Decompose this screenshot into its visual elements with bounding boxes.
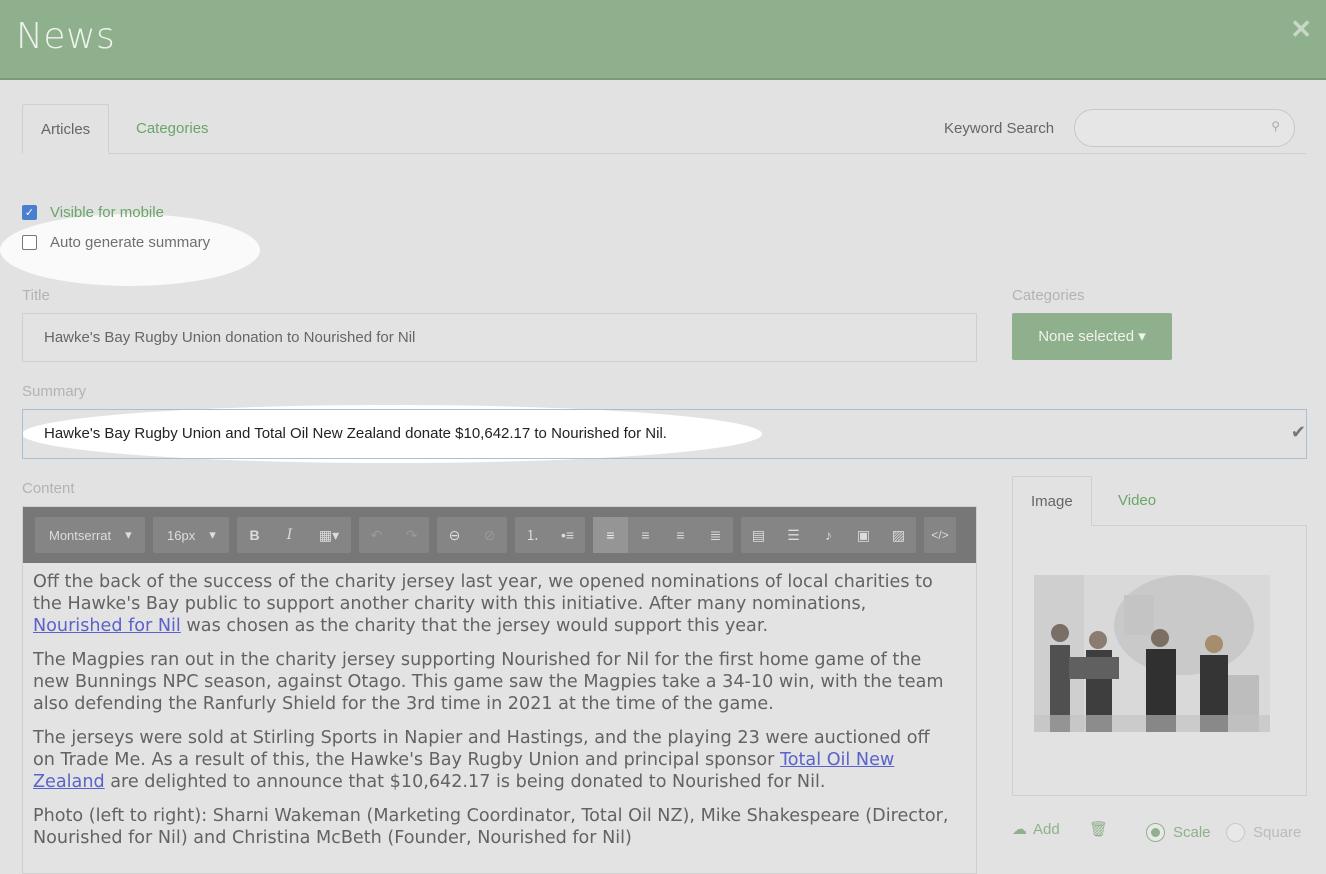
- align-left-icon[interactable]: ≡: [593, 517, 628, 553]
- align-justify-icon[interactable]: ≣: [698, 517, 733, 553]
- undo-icon[interactable]: ↶: [359, 517, 394, 553]
- close-icon[interactable]: ✕: [1290, 14, 1312, 45]
- ordered-list-icon[interactable]: ⒈: [515, 517, 550, 553]
- nourished-link[interactable]: Nourished for Nil: [33, 616, 181, 636]
- table-icon[interactable]: ▤: [741, 517, 776, 553]
- media-tabs: Image Video: [1012, 476, 1307, 526]
- summary-label: Summary: [22, 383, 87, 400]
- trash-icon: 🗑: [1089, 821, 1109, 838]
- bold-button[interactable]: B: [237, 517, 272, 553]
- font-size-value: 16px: [167, 527, 196, 543]
- redo-icon[interactable]: ↷: [394, 517, 429, 553]
- code-view-icon[interactable]: </>: [924, 517, 956, 553]
- auto-summary-option[interactable]: Auto generate summary: [22, 234, 210, 251]
- title-input[interactable]: Hawke's Bay Rugby Union donation to Nour…: [22, 313, 977, 362]
- delete-media-button[interactable]: 🗑: [1089, 820, 1108, 838]
- square-label: Square: [1253, 824, 1302, 841]
- checkmark-icon: ✔: [1290, 422, 1306, 442]
- summary-value: Hawke's Bay Rugby Union and Total Oil Ne…: [44, 425, 667, 442]
- add-media-button[interactable]: ☁ Add: [1012, 820, 1060, 839]
- tab-categories[interactable]: Categories: [118, 104, 227, 154]
- title-label: Title: [22, 287, 50, 304]
- link-icon[interactable]: ⊖: [437, 517, 472, 553]
- search-icon: ⚲: [1271, 119, 1280, 133]
- align-right-icon[interactable]: ≡: [663, 517, 698, 553]
- tab-articles[interactable]: Articles: [22, 104, 110, 154]
- unordered-list-icon[interactable]: •≡: [550, 517, 585, 553]
- content-editor[interactable]: Montserrat ▾ 16px ▾ B I ▦▾ ↶ ↷ ⊖ ⊘ ⒈ •≡ …: [22, 506, 977, 874]
- align-center-icon[interactable]: ≡: [628, 517, 663, 553]
- content-body: Off the back of the success of the chari…: [33, 571, 956, 861]
- upload-icon: ☁: [1012, 821, 1027, 838]
- categories-label: Categories: [1012, 287, 1085, 304]
- history-group: ↶ ↷: [359, 517, 429, 553]
- auto-summary-checkbox[interactable]: [22, 235, 37, 250]
- tab-image[interactable]: Image: [1012, 476, 1092, 526]
- image-icon[interactable]: ▨: [881, 517, 916, 553]
- tab-video[interactable]: Video: [1100, 476, 1174, 526]
- scale-option[interactable]: Scale: [1146, 823, 1211, 842]
- main-tabs: Articles Categories Keyword Search ⚲: [22, 104, 1306, 154]
- italic-button[interactable]: I: [272, 517, 307, 553]
- auto-summary-label: Auto generate summary: [50, 234, 211, 251]
- insert-group: ▤ ☰ ♪ ▣ ▨: [741, 517, 916, 553]
- keyword-search-input[interactable]: ⚲: [1074, 109, 1295, 147]
- chevron-down-icon: ▾: [209, 527, 216, 542]
- media-panel: [1012, 525, 1307, 796]
- code-group: </>: [924, 517, 956, 553]
- scale-label: Scale: [1173, 824, 1211, 841]
- content-label: Content: [22, 480, 75, 497]
- content-paragraph: Off the back of the success of the chari…: [33, 572, 933, 636]
- chevron-down-icon: ▾: [125, 527, 132, 542]
- align-group: ≡ ≡ ≡ ≣: [593, 517, 733, 553]
- unlink-icon[interactable]: ⊘: [472, 517, 507, 553]
- content-paragraph: Photo (left to right): Sharni Wakeman (M…: [33, 806, 949, 848]
- add-label: Add: [1033, 820, 1060, 838]
- document-icon[interactable]: ▣: [846, 517, 881, 553]
- visible-mobile-label: Visible for mobile: [50, 204, 164, 221]
- scale-radio[interactable]: [1146, 823, 1165, 842]
- categories-dropdown-button[interactable]: None selected ▾: [1012, 313, 1172, 360]
- font-size-dropdown[interactable]: 16px ▾: [153, 517, 229, 553]
- square-radio[interactable]: [1226, 823, 1245, 842]
- editor-toolbar: Montserrat ▾ 16px ▾ B I ▦▾ ↶ ↷ ⊖ ⊘ ⒈ •≡ …: [23, 507, 976, 563]
- link-group: ⊖ ⊘: [437, 517, 507, 553]
- list-group: ⒈ •≡: [515, 517, 585, 553]
- content-paragraph: The jerseys were sold at Stirling Sports…: [33, 728, 930, 792]
- color-picker-icon[interactable]: ▦▾: [307, 517, 351, 553]
- visible-mobile-option[interactable]: ✓ Visible for mobile: [22, 204, 164, 221]
- visible-mobile-checkbox[interactable]: ✓: [22, 205, 37, 220]
- square-option[interactable]: Square: [1226, 823, 1301, 842]
- font-family-dropdown[interactable]: Montserrat ▾: [35, 517, 145, 553]
- format-group: B I ▦▾: [237, 517, 351, 553]
- audio-icon[interactable]: ♪: [811, 517, 846, 553]
- article-photo[interactable]: [1034, 575, 1270, 732]
- keyword-search-label: Keyword Search: [944, 120, 1055, 137]
- horizontal-rule-icon[interactable]: ☰: [776, 517, 811, 553]
- modal-header: News ✕: [0, 0, 1326, 80]
- font-family-value: Montserrat: [49, 527, 112, 543]
- content-paragraph: The Magpies ran out in the charity jerse…: [33, 650, 944, 714]
- modal-title: News: [16, 16, 116, 57]
